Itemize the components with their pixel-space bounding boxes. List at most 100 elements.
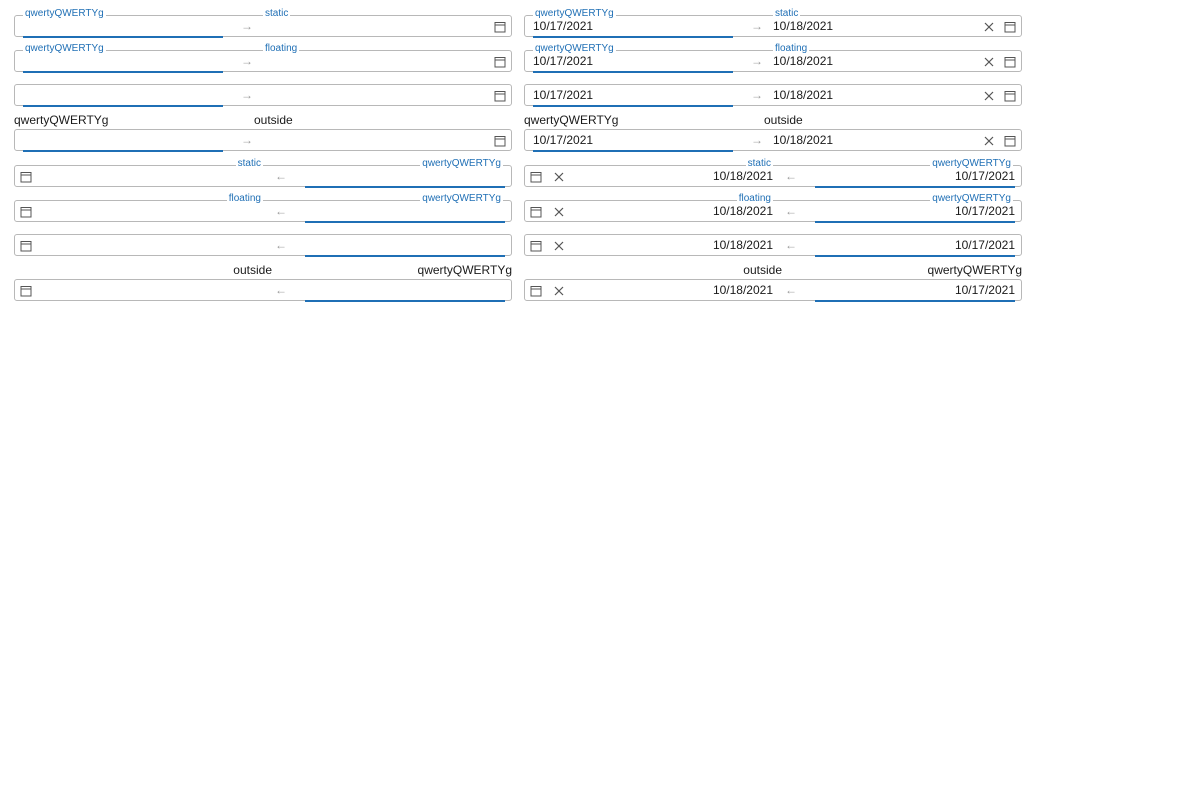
- start-date-value: 10/17/2021: [954, 204, 1015, 218]
- date-range-picker-floating-empty[interactable]: qwertyQWERTYg floating →: [14, 43, 512, 73]
- calendar-icon[interactable]: [20, 285, 32, 297]
- start-date-input[interactable]: [23, 16, 223, 38]
- end-outside-label: outside: [254, 113, 293, 127]
- calendar-icon[interactable]: [1004, 135, 1016, 147]
- date-range-picker-rtl-nolabel-empty[interactable]: ←: [14, 234, 512, 257]
- end-date-input[interactable]: [263, 130, 463, 151]
- start-date-input[interactable]: [23, 51, 223, 73]
- end-date-input[interactable]: [263, 85, 463, 106]
- clear-icon[interactable]: [553, 240, 565, 252]
- clear-icon[interactable]: [553, 285, 565, 297]
- input-underline: [533, 71, 733, 73]
- end-date-input[interactable]: [263, 16, 463, 37]
- end-floating-label: floating: [736, 193, 773, 205]
- end-date-input[interactable]: 10/18/2021: [573, 166, 773, 187]
- clear-icon[interactable]: [553, 171, 565, 183]
- start-date-value: 10/17/2021: [533, 133, 594, 147]
- clear-icon[interactable]: [983, 135, 995, 147]
- start-date-input[interactable]: 10/17/2021: [533, 85, 733, 107]
- input-underline: [23, 36, 223, 38]
- start-date-value: 10/17/2021: [954, 283, 1015, 297]
- end-outside-label: outside: [764, 113, 803, 127]
- calendar-icon[interactable]: [20, 171, 32, 183]
- date-range-picker-rtl-static-filled[interactable]: 10/18/2021 static ← 10/17/2021 qwertyQWE…: [524, 158, 1022, 188]
- end-outside-label: outside: [743, 263, 782, 277]
- date-range-picker-rtl-outside-empty[interactable]: ←: [14, 279, 512, 302]
- end-date-input[interactable]: 10/18/2021: [573, 280, 773, 301]
- input-underline: [23, 150, 223, 152]
- date-range-picker-static-filled[interactable]: qwertyQWERTYg static 10/17/2021 → 10/18/…: [524, 8, 1022, 38]
- clear-icon[interactable]: [983, 90, 995, 102]
- calendar-icon[interactable]: [530, 206, 542, 218]
- end-date-input[interactable]: 10/18/2021: [773, 130, 973, 151]
- input-underline: [533, 36, 733, 38]
- range-separator: →: [751, 88, 763, 102]
- calendar-icon[interactable]: [1004, 56, 1016, 68]
- calendar-icon[interactable]: [1004, 90, 1016, 102]
- start-floating-label: qwertyQWERTYg: [420, 193, 503, 205]
- start-date-input[interactable]: [305, 235, 505, 257]
- end-date-value: 10/18/2021: [773, 54, 834, 68]
- date-range-picker-rtl-static-empty[interactable]: static ← qwertyQWERTYg: [14, 158, 512, 188]
- input-underline: [23, 71, 223, 73]
- date-range-picker-static-empty[interactable]: qwertyQWERTYg static →: [14, 8, 512, 38]
- calendar-icon[interactable]: [1004, 21, 1016, 33]
- range-separator: ←: [785, 169, 797, 183]
- clear-icon[interactable]: [553, 206, 565, 218]
- start-date-input[interactable]: [305, 280, 505, 302]
- date-range-picker-outside-empty[interactable]: →: [14, 129, 512, 152]
- clear-icon[interactable]: [983, 56, 995, 68]
- start-date-input[interactable]: 10/17/2021: [815, 280, 1015, 302]
- range-separator: →: [751, 19, 763, 33]
- date-range-picker-floating-filled[interactable]: qwertyQWERTYg floating 10/17/2021 → 10/1…: [524, 43, 1022, 73]
- calendar-icon[interactable]: [494, 135, 506, 147]
- calendar-icon[interactable]: [494, 56, 506, 68]
- clear-icon[interactable]: [983, 21, 995, 33]
- date-range-picker-rtl-floating-empty[interactable]: floating ← qwertyQWERTYg: [14, 193, 512, 223]
- end-date-input[interactable]: 10/18/2021: [573, 235, 773, 256]
- calendar-icon[interactable]: [494, 21, 506, 33]
- date-range-picker-rtl-nolabel-filled[interactable]: 10/18/2021 ← 10/17/2021: [524, 234, 1022, 257]
- start-outside-label: qwertyQWERTYg: [14, 113, 109, 127]
- date-range-picker-nolabel-filled[interactable]: 10/17/2021 → 10/18/2021: [524, 84, 1022, 107]
- range-separator: →: [751, 54, 763, 68]
- end-date-input[interactable]: 10/18/2021: [773, 16, 973, 37]
- calendar-icon[interactable]: [530, 240, 542, 252]
- input-underline: [815, 221, 1015, 223]
- end-date-input[interactable]: 10/18/2021: [773, 51, 973, 72]
- input-underline: [305, 186, 505, 188]
- range-separator: →: [751, 133, 763, 147]
- start-date-input[interactable]: 10/17/2021: [533, 51, 733, 73]
- end-date-input[interactable]: 10/18/2021: [773, 85, 973, 106]
- start-outside-label: qwertyQWERTYg: [524, 113, 619, 127]
- start-date-input[interactable]: 10/17/2021: [533, 130, 733, 152]
- end-date-value: 10/18/2021: [773, 88, 834, 102]
- date-range-picker-outside-filled[interactable]: 10/17/2021 → 10/18/2021: [524, 129, 1022, 152]
- start-outside-label: qwertyQWERTYg: [417, 263, 512, 277]
- calendar-icon[interactable]: [20, 240, 32, 252]
- end-floating-label: static: [235, 158, 263, 170]
- range-separator: ←: [275, 204, 287, 218]
- date-range-picker-nolabel-empty[interactable]: →: [14, 84, 512, 107]
- range-separator: ←: [275, 283, 287, 297]
- range-separator: ←: [785, 283, 797, 297]
- date-range-picker-rtl-outside-filled[interactable]: 10/18/2021 ← 10/17/2021: [524, 279, 1022, 302]
- end-date-input[interactable]: [263, 51, 463, 72]
- start-date-input[interactable]: [23, 130, 223, 152]
- start-floating-label: qwertyQWERTYg: [930, 193, 1013, 205]
- calendar-icon[interactable]: [20, 206, 32, 218]
- calendar-icon[interactable]: [494, 90, 506, 102]
- calendar-icon[interactable]: [530, 171, 542, 183]
- start-date-value: 10/17/2021: [954, 238, 1015, 252]
- calendar-icon[interactable]: [530, 285, 542, 297]
- start-date-input[interactable]: 10/17/2021: [815, 235, 1015, 257]
- end-date-input[interactable]: [63, 235, 263, 256]
- date-range-picker-rtl-floating-filled[interactable]: 10/18/2021 floating ← 10/17/2021 qwertyQ…: [524, 193, 1022, 223]
- start-date-input[interactable]: [23, 85, 223, 107]
- start-date-input[interactable]: 10/17/2021: [533, 16, 733, 38]
- range-separator: →: [241, 54, 253, 68]
- range-separator: ←: [275, 169, 287, 183]
- end-date-input[interactable]: [63, 280, 263, 301]
- end-date-input[interactable]: [63, 166, 263, 187]
- end-date-value: 10/18/2021: [773, 19, 834, 33]
